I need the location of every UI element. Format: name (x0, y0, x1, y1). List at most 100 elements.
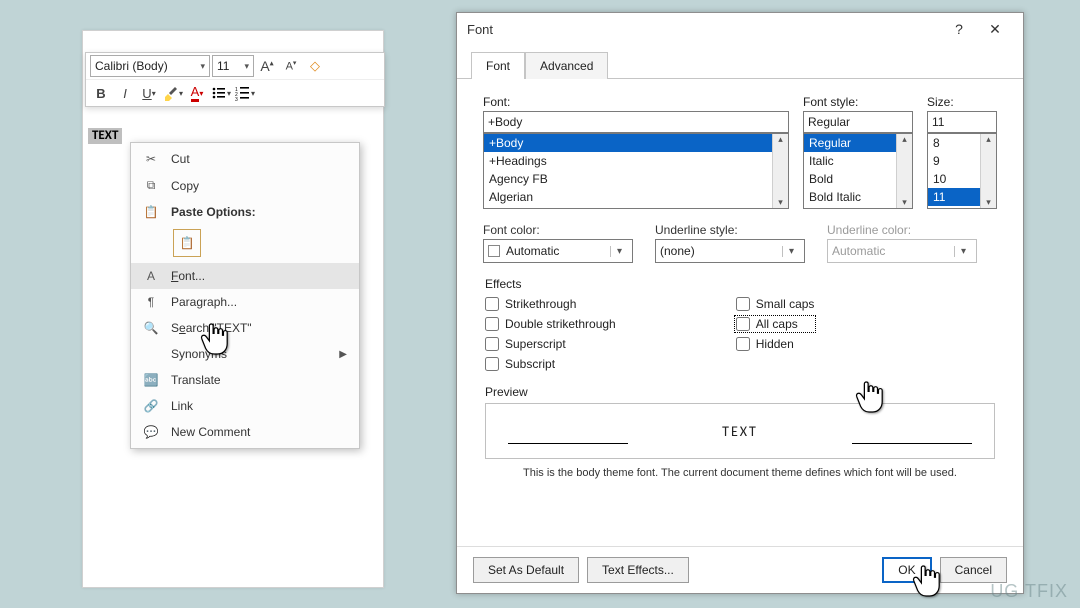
preview-legend: Preview (485, 385, 528, 399)
list-item[interactable]: 10 (928, 170, 980, 188)
font-size-combo[interactable]: 11 ▾ (212, 55, 254, 77)
list-item[interactable]: +Body (484, 134, 772, 152)
ctx-search[interactable]: 🔍 Search "TEXT" (131, 315, 359, 341)
preview-group: Preview TEXT This is the body theme font… (485, 385, 995, 479)
font-a-icon: A (141, 269, 161, 283)
mini-toolbar: Calibri (Body) ▾ 11 ▾ A▴ A▾ ◇ B I U▾ ▾ A… (85, 52, 385, 107)
bullets-button[interactable]: ▾ (210, 82, 232, 104)
clipboard-icon: 📋 (141, 205, 161, 219)
scrollbar[interactable]: ▴▾ (896, 134, 912, 208)
list-item[interactable]: Bold (804, 170, 896, 188)
ctx-paragraph[interactable]: ¶ Paragraph... (131, 289, 359, 315)
ctx-copy[interactable]: ⧉ Copy (131, 172, 359, 199)
ctx-font[interactable]: A Font... (131, 263, 359, 289)
dialog-titlebar[interactable]: Font ? ✕ (457, 13, 1023, 45)
list-item[interactable]: Algerian (484, 188, 772, 206)
list-item[interactable]: Regular (804, 134, 896, 152)
paste-keep-source-format[interactable]: 📋 (173, 229, 201, 257)
effects-legend: Effects (485, 277, 521, 291)
font-size-input[interactable]: 11 (927, 111, 997, 133)
font-name-combo[interactable]: Calibri (Body) ▾ (90, 55, 210, 77)
ctx-paste-options: 📋 Paste Options: (131, 199, 359, 225)
label-font-color: Font color: (483, 223, 633, 237)
chevron-down-icon: ▾ (244, 61, 249, 72)
font-color-button[interactable]: A▾ (186, 82, 208, 104)
underline-button[interactable]: U▾ (138, 82, 160, 104)
ctx-translate[interactable]: 🔤 Translate (131, 367, 359, 393)
ctx-cut[interactable]: ✂ Cut (131, 146, 359, 172)
ctx-new-comment[interactable]: 💬 New Comment (131, 419, 359, 445)
font-dialog: Font ? ✕ Font Advanced Font: +Body +Body… (456, 12, 1024, 594)
label-font: Font: (483, 95, 789, 109)
preview-text: TEXT (722, 423, 758, 440)
scissors-icon: ✂ (141, 152, 161, 166)
list-item[interactable]: 9 (928, 152, 980, 170)
list-item[interactable]: 12 (928, 206, 980, 209)
effects-group: Effects Strikethrough Double strikethrou… (485, 277, 995, 371)
watermark: UG TFIX (990, 581, 1068, 602)
chk-hidden[interactable]: Hidden (736, 337, 815, 351)
list-item[interactable]: 11 (928, 188, 980, 206)
list-item[interactable]: Anton (484, 206, 772, 209)
scrollbar[interactable]: ▴▾ (772, 134, 788, 208)
tab-advanced[interactable]: Advanced (525, 52, 608, 79)
list-item[interactable]: 8 (928, 134, 980, 152)
list-item[interactable]: +Headings (484, 152, 772, 170)
chevron-down-icon: ▾ (610, 246, 628, 257)
set-as-default-button[interactable]: Set As Default (473, 557, 579, 583)
list-item[interactable]: Italic (804, 152, 896, 170)
grow-font-button[interactable]: A▴ (256, 55, 278, 77)
chk-all-caps[interactable]: All caps (736, 317, 815, 331)
format-painter-button[interactable]: ◇ (304, 55, 326, 77)
font-name-list[interactable]: +Body+HeadingsAgency FBAlgerianAnton ▴▾ (483, 133, 789, 209)
chevron-right-icon: ▶ (339, 349, 347, 360)
ok-button[interactable]: OK (882, 557, 931, 583)
preview-note: This is the body theme font. The current… (485, 467, 995, 479)
chk-small-caps[interactable]: Small caps (736, 297, 815, 311)
text-effects-button[interactable]: Text Effects... (587, 557, 689, 583)
chk-strikethrough[interactable]: Strikethrough (485, 297, 616, 311)
close-button[interactable]: ✕ (977, 14, 1013, 44)
italic-button[interactable]: I (114, 82, 136, 104)
chk-superscript[interactable]: Superscript (485, 337, 616, 351)
chevron-down-icon: ▾ (782, 246, 800, 257)
font-name-value: Calibri (Body) (95, 59, 168, 73)
preview-box: TEXT (485, 403, 995, 459)
numbering-button[interactable]: 123▾ (234, 82, 256, 104)
underline-style-select[interactable]: (none) ▾ (655, 239, 805, 263)
ctx-link[interactable]: 🔗 Link (131, 393, 359, 419)
font-size-value: 11 (217, 59, 229, 73)
context-menu: ✂ Cut ⧉ Copy 📋 Paste Options: 📋 A Font..… (130, 142, 360, 449)
chk-double-strikethrough[interactable]: Double strikethrough (485, 317, 616, 331)
list-item[interactable]: Bold Italic (804, 188, 896, 206)
font-style-input[interactable]: Regular (803, 111, 913, 133)
copy-icon: ⧉ (141, 178, 161, 193)
dialog-title: Font (467, 22, 493, 37)
font-color-select[interactable]: Automatic ▾ (483, 239, 633, 263)
cancel-button[interactable]: Cancel (940, 557, 1007, 583)
dialog-button-row: Set As Default Text Effects... OK Cancel (457, 546, 1023, 593)
bold-button[interactable]: B (90, 82, 112, 104)
list-item[interactable]: Agency FB (484, 170, 772, 188)
scrollbar[interactable]: ▴▾ (980, 134, 996, 208)
tab-font[interactable]: Font (471, 52, 525, 79)
highlight-button[interactable]: ▾ (162, 82, 184, 104)
comment-icon: 💬 (141, 425, 161, 439)
ctx-synonyms[interactable]: Synonyms ▶ (131, 341, 359, 367)
font-name-input[interactable]: +Body (483, 111, 789, 133)
label-size: Size: (927, 95, 997, 109)
chk-subscript[interactable]: Subscript (485, 357, 616, 371)
underline-color-select: Automatic ▾ (827, 239, 977, 263)
paragraph-icon: ¶ (141, 295, 161, 309)
label-underline-color: Underline color: (827, 223, 977, 237)
tab-strip: Font Advanced (457, 51, 1023, 79)
label-style: Font style: (803, 95, 913, 109)
font-style-list[interactable]: RegularItalicBoldBold Italic ▴▾ (803, 133, 913, 209)
translate-icon: 🔤 (141, 373, 161, 387)
selected-text[interactable]: TEXT (88, 128, 122, 144)
link-icon: 🔗 (141, 399, 161, 413)
shrink-font-button[interactable]: A▾ (280, 55, 302, 77)
font-size-list[interactable]: 89101112 ▴▾ (927, 133, 997, 209)
help-button[interactable]: ? (941, 14, 977, 44)
chevron-down-icon: ▾ (200, 61, 205, 72)
